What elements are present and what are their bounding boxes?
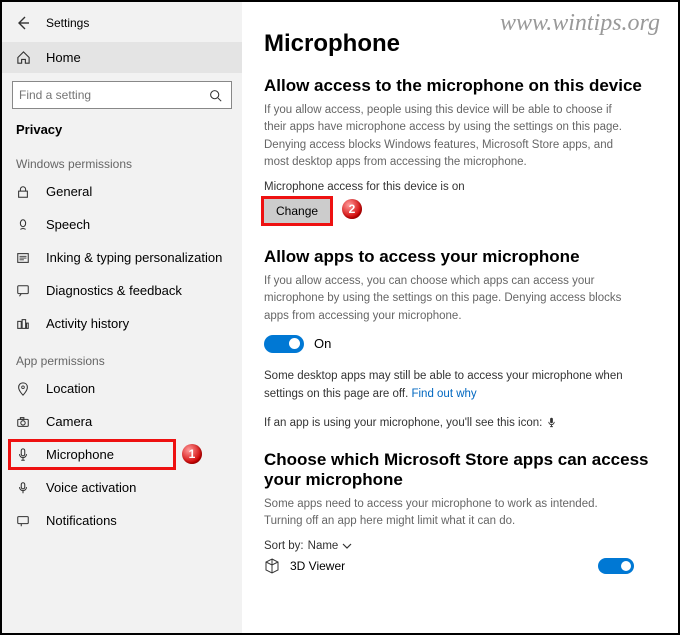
- desktop-apps-note: Some desktop apps may still be able to a…: [264, 367, 634, 404]
- nav-label: General: [46, 184, 92, 199]
- camera-icon: [16, 415, 32, 429]
- section3-desc: Some apps need to access your microphone…: [264, 496, 634, 531]
- nav-diagnostics[interactable]: Diagnostics & feedback: [2, 274, 242, 307]
- section1-desc: If you allow access, people using this d…: [264, 102, 634, 171]
- nav-label: Location: [46, 381, 95, 396]
- toggle-state: On: [314, 336, 331, 351]
- section2-desc: If you allow access, you can choose whic…: [264, 273, 634, 325]
- nav-camera[interactable]: Camera: [2, 405, 242, 438]
- nav-microphone[interactable]: Microphone 1: [2, 438, 242, 471]
- home-label: Home: [46, 50, 81, 65]
- nav-label: Speech: [46, 217, 90, 232]
- sidebar: Settings Home Privacy Windows permission…: [2, 2, 242, 633]
- section2-heading: Allow apps to access your microphone: [264, 247, 656, 267]
- sort-label: Sort by:: [264, 540, 304, 552]
- home-icon: [16, 50, 32, 65]
- nav-label: Microphone: [46, 447, 114, 462]
- app-toggle-3d-viewer[interactable]: [598, 558, 634, 574]
- nav-speech[interactable]: Speech: [2, 208, 242, 241]
- nav-label: Notifications: [46, 513, 117, 528]
- nav-label: Camera: [46, 414, 92, 429]
- change-button[interactable]: Change: [264, 199, 330, 223]
- sort-control[interactable]: Sort by: Name: [264, 540, 656, 552]
- lock-icon: [16, 185, 32, 199]
- nav-voice-activation[interactable]: Voice activation: [2, 471, 242, 504]
- mic-access-status: Microphone access for this device is on: [264, 181, 656, 193]
- voice-icon: [16, 481, 32, 495]
- titlebar: Settings: [2, 8, 242, 42]
- window-title: Settings: [46, 16, 89, 30]
- chevron-down-icon: [342, 541, 352, 551]
- inking-icon: [16, 251, 32, 265]
- arrow-left-icon: [16, 16, 30, 30]
- nav-notifications[interactable]: Notifications: [2, 504, 242, 537]
- nav-label: Activity history: [46, 316, 129, 331]
- mic-in-use-note: If an app is using your microphone, you'…: [264, 414, 634, 432]
- annotation-badge-2: 2: [342, 199, 362, 219]
- settings-window: Settings Home Privacy Windows permission…: [2, 2, 678, 633]
- feedback-icon: [16, 284, 32, 298]
- page-title: Microphone: [264, 30, 656, 58]
- group-app-permissions: App permissions: [2, 340, 242, 372]
- nav-label: Inking & typing personalization: [46, 250, 222, 265]
- app-row-3d-viewer: 3D Viewer: [264, 552, 634, 574]
- search-box[interactable]: [12, 81, 232, 109]
- main-content: Microphone Allow access to the microphon…: [242, 2, 678, 633]
- search-input[interactable]: [19, 88, 209, 102]
- nav-location[interactable]: Location: [2, 372, 242, 405]
- home-nav[interactable]: Home: [2, 42, 242, 73]
- microphone-icon: [16, 448, 32, 462]
- nav-inking[interactable]: Inking & typing personalization: [2, 241, 242, 274]
- section3-heading: Choose which Microsoft Store apps can ac…: [264, 450, 656, 490]
- nav-label: Diagnostics & feedback: [46, 283, 182, 298]
- nav-label: Voice activation: [46, 480, 136, 495]
- app-name: 3D Viewer: [290, 559, 345, 573]
- search-icon: [209, 89, 225, 102]
- notifications-icon: [16, 514, 32, 528]
- group-windows-permissions: Windows permissions: [2, 143, 242, 175]
- history-icon: [16, 317, 32, 331]
- microphone-status-icon: [546, 416, 557, 429]
- back-button[interactable]: [14, 14, 32, 32]
- sort-value: Name: [308, 540, 339, 552]
- find-out-why-link[interactable]: Find out why: [411, 388, 476, 400]
- nav-general[interactable]: General: [2, 175, 242, 208]
- location-icon: [16, 382, 32, 396]
- annotation-badge-1: 1: [182, 444, 202, 464]
- section1-heading: Allow access to the microphone on this d…: [264, 76, 656, 96]
- 3d-viewer-icon: [264, 558, 280, 574]
- allow-apps-toggle[interactable]: [264, 335, 304, 353]
- search-container: [2, 73, 242, 115]
- speech-icon: [16, 218, 32, 232]
- category-heading: Privacy: [2, 115, 242, 143]
- nav-activity[interactable]: Activity history: [2, 307, 242, 340]
